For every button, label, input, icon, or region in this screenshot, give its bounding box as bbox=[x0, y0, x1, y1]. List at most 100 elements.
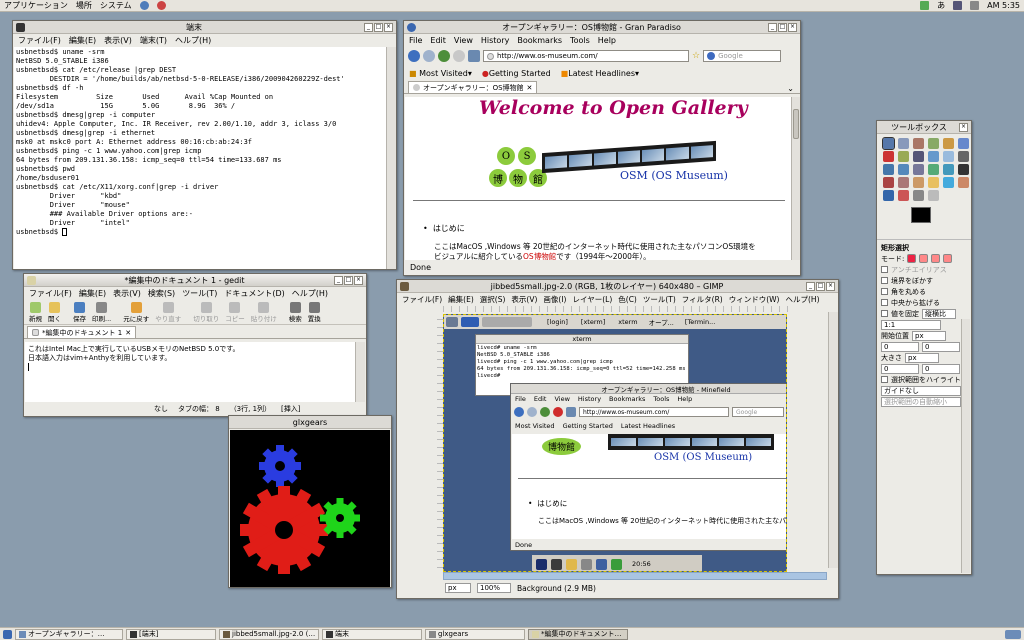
panel-clock[interactable]: AM 5:35 bbox=[987, 1, 1020, 10]
close-button[interactable]: × bbox=[959, 122, 968, 132]
network-icon[interactable] bbox=[920, 1, 930, 10]
gimp-vscroll[interactable] bbox=[828, 312, 838, 568]
mode-replace-icon[interactable] bbox=[907, 254, 917, 263]
tool-icon[interactable] bbox=[958, 164, 969, 175]
tool-icon[interactable] bbox=[883, 190, 894, 201]
tool-icon[interactable] bbox=[928, 151, 939, 162]
toolbox-titlebar[interactable]: ツールボックス × bbox=[877, 121, 971, 134]
close-button[interactable]: × bbox=[384, 22, 393, 32]
menu-edit[interactable]: 編集(E) bbox=[69, 35, 96, 46]
menu-view[interactable]: 表示(V) bbox=[104, 35, 132, 46]
menu-image[interactable]: 画像(I) bbox=[543, 294, 566, 305]
ratio-input[interactable]: 1:1 bbox=[881, 319, 941, 330]
size-w[interactable]: 0 bbox=[881, 363, 919, 374]
search-input[interactable]: Google bbox=[703, 50, 782, 62]
bookmark-getting-started[interactable]: ●Getting Started bbox=[482, 69, 551, 78]
star-icon[interactable]: ☆ bbox=[692, 51, 700, 61]
tool-icon[interactable] bbox=[898, 151, 909, 162]
keyboard-icon[interactable] bbox=[953, 1, 963, 10]
guide-select[interactable]: ガイドなし bbox=[881, 385, 961, 396]
menu-file[interactable]: File bbox=[409, 36, 422, 45]
menu-file[interactable]: ファイル(F) bbox=[18, 35, 61, 46]
maximize-button[interactable]: □ bbox=[778, 22, 787, 32]
task-gedit[interactable]: *編集中のドキュメント… bbox=[528, 628, 628, 640]
gedit-editor[interactable]: これはIntel Mac上で実行しているUSBメモリのNetBSD 5.0です。… bbox=[25, 342, 355, 402]
tool-icon[interactable] bbox=[958, 138, 969, 149]
panel-menu-system[interactable]: システム bbox=[100, 0, 132, 11]
tool-icon[interactable] bbox=[943, 164, 954, 175]
tool-icon[interactable] bbox=[883, 177, 894, 188]
fixed-select[interactable]: 縦横比 bbox=[922, 308, 956, 319]
highlight-mode[interactable]: なし bbox=[154, 404, 168, 414]
toolbar-button-save[interactable]: 保存 bbox=[71, 302, 88, 323]
menu-help[interactable]: ヘルプ(H) bbox=[175, 35, 211, 46]
toolbar-button-replace[interactable]: 置換 bbox=[306, 302, 323, 323]
toolbar-button-redo[interactable]: やり直す bbox=[153, 302, 183, 323]
mode-add-icon[interactable] bbox=[919, 254, 929, 263]
maximize-button[interactable]: □ bbox=[374, 22, 383, 32]
tool-icon[interactable] bbox=[943, 151, 954, 162]
panel-menu-applications[interactable]: アプリケーション bbox=[4, 0, 68, 11]
menu-view[interactable]: View bbox=[454, 36, 473, 45]
task-browser[interactable]: オープンギャラリー：… bbox=[15, 628, 123, 640]
workspace-switcher[interactable] bbox=[1005, 629, 1021, 639]
terminal-scrollbar[interactable] bbox=[386, 47, 396, 269]
toolbar-button-new[interactable]: 新規 bbox=[27, 302, 44, 323]
close-button[interactable]: × bbox=[354, 275, 363, 285]
option-expand-center[interactable]: 中央から拡げる bbox=[881, 297, 967, 308]
size-unit[interactable]: px bbox=[905, 352, 939, 363]
tool-icon[interactable] bbox=[883, 164, 894, 175]
gedit-document-tab[interactable]: *編集中のドキュメント 1 ✕ bbox=[27, 326, 137, 338]
menu-bookmarks[interactable]: Bookmarks bbox=[517, 36, 562, 45]
menu-select[interactable]: 選択(S) bbox=[480, 294, 506, 305]
mode-intersect-icon[interactable] bbox=[943, 254, 953, 263]
glxgears-titlebar[interactable]: glxgears bbox=[229, 416, 391, 429]
menu-layer[interactable]: レイヤー(L) bbox=[572, 294, 612, 305]
task-terminal[interactable]: 端末 bbox=[322, 628, 422, 640]
museum-link[interactable]: OS博物館 bbox=[523, 252, 556, 260]
tool-icon[interactable] bbox=[913, 151, 924, 162]
menu-history[interactable]: History bbox=[481, 36, 509, 45]
option-feather[interactable]: 境界をぼかす bbox=[881, 275, 967, 286]
tool-icon[interactable] bbox=[883, 151, 894, 162]
browser-scrollbar[interactable] bbox=[791, 97, 800, 260]
menu-tools[interactable]: ツール(T) bbox=[643, 294, 676, 305]
tool-icon[interactable] bbox=[928, 138, 939, 149]
position-unit[interactable]: px bbox=[912, 330, 946, 341]
menu-colors[interactable]: 色(C) bbox=[618, 294, 637, 305]
auto-shrink-button[interactable]: 選択範囲の自動縮小 bbox=[881, 396, 961, 407]
minimize-button[interactable]: _ bbox=[768, 22, 777, 32]
tool-icon[interactable] bbox=[913, 190, 924, 201]
bookmark-latest-headlines[interactable]: ■Latest Headlines▾ bbox=[561, 69, 639, 78]
browser-launcher-icon[interactable] bbox=[139, 1, 149, 10]
toolbox-scrollbar[interactable] bbox=[961, 319, 970, 573]
foreground-color[interactable] bbox=[911, 207, 931, 223]
tool-icon[interactable] bbox=[882, 137, 895, 150]
gimp-titlebar[interactable]: jibbed5small.jpg-2.0 (RGB, 1枚のレイヤー) 640x… bbox=[397, 280, 838, 293]
help-launcher-icon[interactable] bbox=[156, 1, 166, 10]
menu-tools[interactable]: ツール(T) bbox=[182, 288, 217, 299]
unit-select[interactable]: px bbox=[445, 583, 471, 593]
tool-icon[interactable] bbox=[928, 190, 939, 201]
home-icon[interactable] bbox=[468, 50, 480, 62]
gimp-hscroll[interactable] bbox=[443, 572, 827, 580]
menu-help[interactable]: ヘルプ(H) bbox=[786, 294, 820, 305]
reload-icon[interactable] bbox=[438, 50, 450, 62]
tool-icon[interactable] bbox=[898, 138, 909, 149]
task-gimp[interactable]: jibbed5small.jpg-2.0 (… bbox=[219, 628, 319, 640]
menu-documents[interactable]: ドキュメント(D) bbox=[224, 288, 284, 299]
menu-terminal[interactable]: 端末(T) bbox=[140, 35, 167, 46]
tool-icon[interactable] bbox=[898, 190, 909, 201]
position-x[interactable]: 0 bbox=[881, 341, 919, 352]
tool-icon[interactable] bbox=[958, 177, 969, 188]
menu-edit[interactable]: 編集(E) bbox=[79, 288, 106, 299]
horizontal-ruler[interactable] bbox=[443, 306, 789, 312]
menu-file[interactable]: ファイル(F) bbox=[402, 294, 442, 305]
task-xterm[interactable]: [端末] bbox=[126, 628, 216, 640]
mode-subtract-icon[interactable] bbox=[931, 254, 941, 263]
tool-icon[interactable] bbox=[913, 138, 924, 149]
tab-list-icon[interactable]: ⌄ bbox=[787, 84, 794, 93]
menu-help[interactable]: Help bbox=[598, 36, 616, 45]
close-button[interactable]: × bbox=[788, 22, 797, 32]
menu-edit[interactable]: 編集(E) bbox=[448, 294, 474, 305]
